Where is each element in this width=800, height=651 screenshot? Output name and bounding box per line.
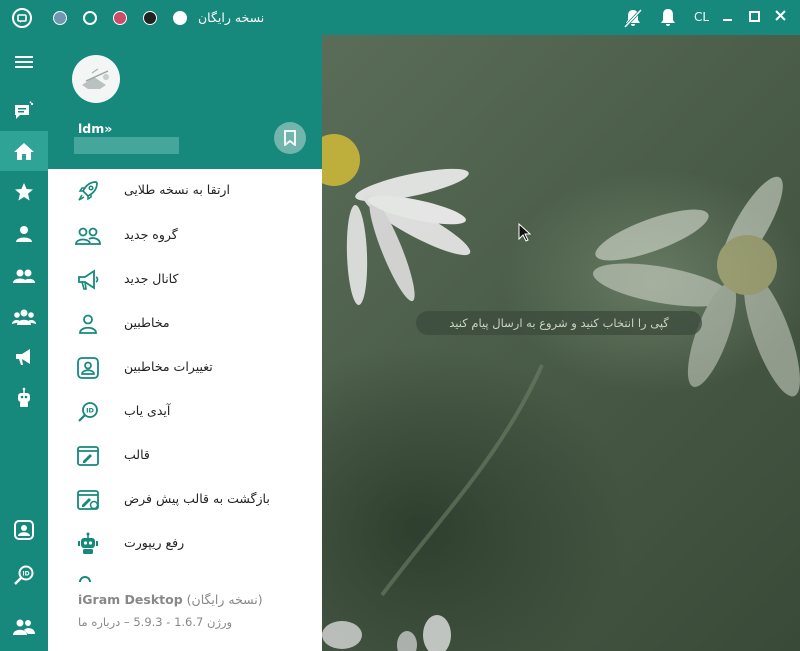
- close-button[interactable]: [770, 6, 792, 26]
- menu-item-id-finder[interactable]: ID آیدی یاب: [48, 390, 322, 434]
- drawer-footer: iGram Desktop (نسخه رایگان) ورژن 1.6.7 -…: [48, 582, 322, 651]
- app-name: iGram Desktop: [78, 592, 183, 607]
- sidebar-item-id-finder[interactable]: ID: [0, 555, 48, 595]
- menu-item-label: تغییرات مخاطبین: [124, 359, 213, 374]
- menu-item-label: رفع ریپورت: [124, 535, 185, 550]
- mouse-cursor-icon: [518, 223, 532, 242]
- svg-text:ID: ID: [86, 407, 94, 415]
- svg-text:ID: ID: [22, 571, 29, 578]
- new-channel-icon: [74, 268, 102, 292]
- contacts-icon: [13, 519, 35, 541]
- menu-item-contacts[interactable]: مخاطبین: [48, 302, 322, 346]
- id-finder-icon: ID: [13, 564, 35, 586]
- app-version[interactable]: ورژن 1.6.7 - 5.9.3 – درباره ما: [78, 615, 232, 629]
- main-menu-drawer: ldm» ارتقا به نسخه طلایی گروه جدید کانال…: [48, 35, 322, 651]
- theme-color-white[interactable]: [173, 11, 187, 25]
- app-logo-icon[interactable]: [11, 7, 33, 29]
- window-title: نسخه رایگان: [198, 10, 265, 25]
- profile-name: ldm»: [78, 121, 113, 136]
- sidebar-item-home[interactable]: [0, 131, 48, 171]
- title-bar: نسخه رایگان CL: [0, 0, 800, 35]
- theme-color-pink[interactable]: [113, 11, 127, 25]
- sidebar-item-favorites[interactable]: [0, 172, 48, 212]
- theme-color-blue[interactable]: [53, 11, 67, 25]
- profile-phone-redacted: [74, 137, 179, 154]
- rocket-icon: [74, 179, 102, 203]
- contacts-person-icon: [74, 312, 102, 336]
- app-info[interactable]: iGram Desktop (نسخه رایگان): [78, 592, 263, 607]
- sidebar-item-bots[interactable]: [0, 378, 48, 418]
- mute-icon[interactable]: [622, 7, 644, 29]
- sidebar-item-channels[interactable]: [0, 337, 48, 377]
- sidebar-item-private[interactable]: [0, 214, 48, 254]
- menu-item-partial[interactable]: [48, 566, 322, 582]
- menu-item-fix-report[interactable]: رفع ریپورت: [48, 522, 322, 566]
- drawer-header: ldm»: [48, 35, 322, 169]
- chats-icon: [13, 101, 35, 121]
- users-icon: [13, 617, 35, 637]
- supergroup-icon: [12, 307, 36, 327]
- id-search-icon: ID: [74, 400, 102, 424]
- wallpaper-flowers: [322, 134, 800, 651]
- menu-item-contact-changes[interactable]: تغییرات مخاطبین: [48, 346, 322, 390]
- sidebar: ID: [0, 35, 48, 651]
- contact-changes-icon: [74, 356, 102, 380]
- theme-icon: [74, 444, 102, 468]
- menu-item-new-group[interactable]: گروه جدید: [48, 214, 322, 258]
- sidebar-item-contacts[interactable]: [0, 510, 48, 550]
- menu-item-upgrade[interactable]: ارتقا به نسخه طلایی: [48, 169, 322, 213]
- user-icon: [14, 224, 34, 244]
- sidebar-item-groups[interactable]: [0, 256, 48, 296]
- language-indicator[interactable]: CL: [694, 10, 709, 24]
- empty-chat-hint: گپی را انتخاب کنید و شروع به ارسال پیام …: [416, 311, 702, 335]
- new-group-icon: [74, 224, 102, 248]
- menu-item-new-channel[interactable]: کانال جدید: [48, 258, 322, 302]
- menu-icon: [14, 54, 34, 70]
- saved-messages-button[interactable]: [274, 122, 306, 154]
- bot-icon: [14, 387, 34, 409]
- menu-item-label: ارتقا به نسخه طلایی: [124, 182, 230, 197]
- home-icon: [13, 141, 35, 161]
- star-icon: [14, 182, 34, 202]
- bookmark-icon: [283, 130, 297, 146]
- default-theme-icon: [74, 488, 102, 512]
- maximize-button[interactable]: [744, 8, 764, 26]
- report-fix-icon: [74, 532, 102, 556]
- sidebar-item-users[interactable]: [0, 607, 48, 647]
- menu-item-label: گروه جدید: [124, 227, 178, 242]
- minimize-button[interactable]: [718, 8, 738, 26]
- sidebar-item-supergroups[interactable]: [0, 297, 48, 337]
- menu-item-label: قالب: [124, 447, 150, 462]
- menu-item-label: کانال جدید: [124, 271, 179, 286]
- menu-item-default-theme[interactable]: بازگشت به قالب پیش فرض: [48, 478, 322, 522]
- theme-color-teal[interactable]: [83, 11, 97, 25]
- menu-item-theme[interactable]: قالب: [48, 434, 322, 478]
- avatar[interactable]: [72, 55, 120, 103]
- menu-item-label: آیدی یاب: [124, 403, 171, 418]
- group-icon: [12, 266, 36, 286]
- chat-area[interactable]: گپی را انتخاب کنید و شروع به ارسال پیام …: [322, 35, 800, 651]
- theme-color-black[interactable]: [143, 11, 157, 25]
- sidebar-item-chats[interactable]: [0, 91, 48, 131]
- menu-item-label: بازگشت به قالب پیش فرض: [124, 491, 270, 506]
- sidebar-menu-button[interactable]: [0, 42, 48, 82]
- channel-icon: [14, 347, 34, 367]
- menu-item-label: مخاطبین: [124, 315, 170, 330]
- notifications-icon[interactable]: [658, 7, 678, 29]
- app-edition: (نسخه رایگان): [186, 592, 263, 607]
